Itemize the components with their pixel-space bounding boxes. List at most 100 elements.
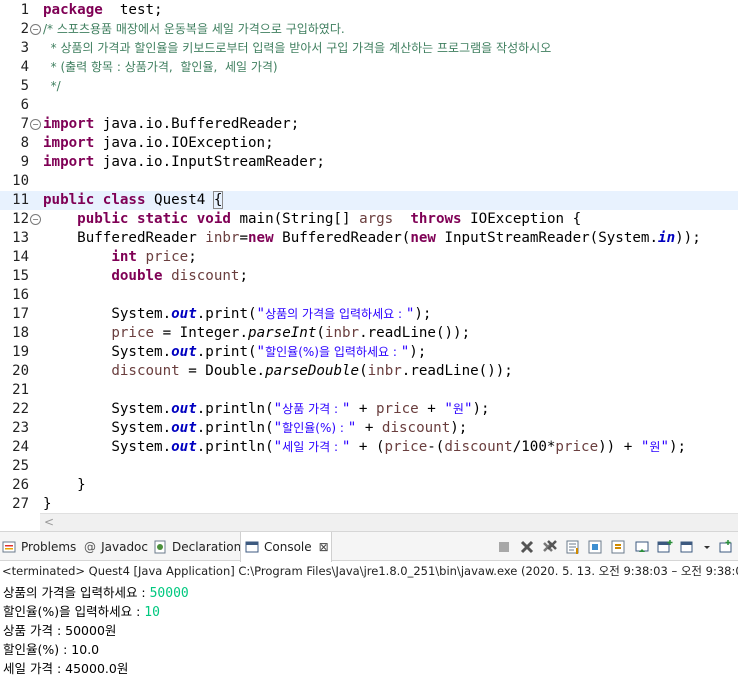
code-token: BufferedReader xyxy=(43,230,206,246)
line-number: 1 xyxy=(20,2,29,18)
code-line[interactable]: 19 System.out.print("할인율(%)을 입력하세요 : "); xyxy=(0,343,738,362)
code-token: ; xyxy=(188,249,197,265)
horizontal-scrollbar[interactable]: < xyxy=(40,513,738,531)
code-line[interactable]: 8 import java.io.IOException; xyxy=(0,134,738,153)
code-line[interactable]: 10 xyxy=(0,172,738,191)
console-output-line: 할인율(%) : 10.0 xyxy=(3,640,99,659)
tab-console[interactable]: Console ⊠ xyxy=(240,532,332,562)
code-token: 할인율(%) : xyxy=(282,421,348,435)
line-number: 5 xyxy=(20,78,29,94)
code-line[interactable]: 16 xyxy=(0,286,738,305)
open-console-icon[interactable] xyxy=(634,539,650,555)
code-line[interactable]: 20 discount = Double.parseDouble(inbr.re… xyxy=(0,362,738,381)
code-token: = Double. xyxy=(179,363,266,379)
view-tab-bar: Problems @ Javadoc Declaration Console ⊠ xyxy=(0,531,738,562)
code-line[interactable]: 11 public class Quest4 { xyxy=(0,191,738,210)
pin-icon[interactable] xyxy=(611,539,627,555)
code-token: 할인율(%)을 입력하세요 : xyxy=(265,345,401,359)
console-icon xyxy=(245,540,259,554)
code-token: = Integer. xyxy=(154,325,249,341)
code-token: " xyxy=(273,439,283,455)
code-token: System. xyxy=(43,306,172,322)
code-line[interactable]: 1 package test; xyxy=(0,1,738,20)
code-token: test; xyxy=(102,2,163,18)
scroll-left-arrow-icon[interactable]: < xyxy=(44,514,54,531)
code-token: public xyxy=(77,211,129,227)
scroll-lock-icon[interactable] xyxy=(565,539,581,555)
minimize-icon[interactable] xyxy=(718,539,734,555)
code-line[interactable]: 25 xyxy=(0,457,738,476)
code-token: args xyxy=(359,211,394,227)
code-token: .print( xyxy=(196,344,257,360)
tab-declaration[interactable]: Declaration xyxy=(153,532,241,561)
code-line[interactable]: 12− public static void main(String[] arg… xyxy=(0,210,738,229)
tab-console-label: Console xyxy=(264,540,312,554)
code-line[interactable]: 5 */ xyxy=(0,77,738,96)
code-line[interactable]: 23 System.out.println("할인율(%) : " + disc… xyxy=(0,419,738,438)
code-token: out xyxy=(171,439,197,455)
code-token: new xyxy=(410,230,436,246)
line-number: 8 xyxy=(20,135,29,151)
code-line[interactable]: 21 xyxy=(0,381,738,400)
line-number: 13 xyxy=(12,230,29,246)
code-token: * (출력 항목 : 상품가격, 할인율, 세일 가격) xyxy=(43,60,278,74)
word-wrap-icon[interactable] xyxy=(588,539,604,555)
code-line[interactable]: 7− import java.io.BufferedReader; xyxy=(0,115,738,134)
code-text: discount = Double.parseDouble(inbr.readL… xyxy=(43,362,513,381)
line-number: 16 xyxy=(12,287,29,303)
code-text: double discount; xyxy=(43,267,248,286)
remove-all-icon[interactable] xyxy=(542,539,558,555)
code-line[interactable]: 4 * (출력 항목 : 상품가격, 할인율, 세일 가격) xyxy=(0,58,738,77)
line-number: 17 xyxy=(12,306,29,322)
code-line[interactable]: 2−/* 스포츠용품 매장에서 운동복을 세일 가격으로 구입하였다. xyxy=(0,20,738,39)
new-console-icon[interactable] xyxy=(657,539,673,555)
close-tab-icon[interactable]: ⊠ xyxy=(319,540,329,554)
code-token: -( xyxy=(427,439,445,455)
code-token: } xyxy=(43,496,52,512)
code-token: 상품의 가격을 입력하세요 : xyxy=(265,307,406,321)
code-token: out xyxy=(171,420,197,436)
tab-problems-label: Problems xyxy=(21,539,77,554)
code-editor[interactable]: 1 package test; 2−/* 스포츠용품 매장에서 운동복을 세일 가격… xyxy=(0,0,738,513)
code-token: ); xyxy=(669,439,687,455)
line-number: 18 xyxy=(12,325,29,341)
code-text: package test; xyxy=(43,1,163,20)
collapse-fold-icon[interactable]: − xyxy=(30,214,41,225)
code-line[interactable]: 14 int price; xyxy=(0,248,738,267)
code-token: } xyxy=(43,477,86,493)
code-token: BufferedReader( xyxy=(273,230,411,246)
terminate-icon[interactable] xyxy=(496,539,512,555)
remove-launch-icon[interactable] xyxy=(519,539,535,555)
code-token: discount xyxy=(111,363,180,379)
tab-javadoc[interactable]: @ Javadoc xyxy=(84,532,148,561)
console-status-line: <terminated> Quest4 [Java Application] C… xyxy=(2,564,738,578)
code-token: " xyxy=(400,344,410,360)
tab-problems[interactable]: Problems xyxy=(2,532,78,561)
code-line[interactable]: 6 xyxy=(0,96,738,115)
collapse-fold-icon[interactable]: − xyxy=(30,119,41,130)
code-line[interactable]: 27} xyxy=(0,495,738,513)
code-line[interactable]: 17 System.out.print("상품의 가격을 입력하세요 : "); xyxy=(0,305,738,324)
problems-icon xyxy=(2,540,16,554)
code-token: static xyxy=(136,211,189,227)
declaration-icon xyxy=(153,540,167,554)
code-token: { xyxy=(212,191,224,209)
console-output-line: 세일 가격 : 45000.0원 xyxy=(3,659,128,678)
code-line[interactable]: 15 double discount; xyxy=(0,267,738,286)
code-line[interactable]: 22 System.out.println("상품 가격 : " + price… xyxy=(0,400,738,419)
code-token: inbr xyxy=(205,230,240,246)
code-line[interactable]: 18 price = Integer.parseInt(inbr.readLin… xyxy=(0,324,738,343)
display-console-icon[interactable] xyxy=(680,539,696,555)
collapse-fold-icon[interactable]: − xyxy=(30,24,41,35)
code-line[interactable]: 26 } xyxy=(0,476,738,495)
code-line[interactable]: 13 BufferedReader inbr=new BufferedReade… xyxy=(0,229,738,248)
code-line[interactable]: 9 import java.io.InputStreamReader; xyxy=(0,153,738,172)
code-line[interactable]: 3 * 상품의 가격과 할인율을 키보드로부터 입력을 받아서 구입 가격을 계… xyxy=(0,39,738,58)
code-line[interactable]: 24 System.out.println("세일 가격 : " + (pric… xyxy=(0,438,738,457)
code-token: .println( xyxy=(196,420,274,436)
dropdown-icon[interactable] xyxy=(703,539,711,555)
